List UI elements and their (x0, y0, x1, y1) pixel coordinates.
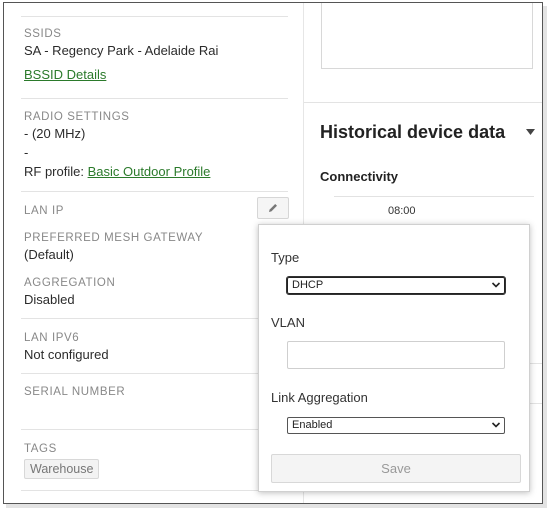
radio-settings-label: RADIO SETTINGS (24, 111, 130, 123)
divider (21, 318, 288, 319)
rf-profile-link[interactable]: Basic Outdoor Profile (88, 164, 211, 179)
connectivity-heading: Connectivity (320, 169, 399, 184)
tag-chip[interactable]: Warehouse (24, 459, 100, 479)
vlan-input[interactable] (287, 341, 505, 369)
historical-data-title: Historical device data (320, 122, 506, 142)
mesh-gateway-value: (Default) (24, 247, 74, 262)
aggregation-label: AGGREGATION (24, 277, 116, 289)
divider (21, 490, 288, 491)
lan-ip-section: LAN IP (24, 205, 288, 217)
mesh-gateway-section: PREFERRED MESH GATEWAY (Default) (24, 232, 288, 262)
serial-number-label: SERIAL NUMBER (24, 386, 126, 398)
window-shadow (543, 6, 547, 508)
vlan-label: VLAN (271, 315, 305, 330)
aggregation-value: Disabled (24, 292, 75, 307)
timeline-line (334, 196, 534, 197)
divider (528, 403, 542, 404)
edit-lan-ip-button[interactable] (257, 197, 289, 219)
link-aggregation-select[interactable]: Enabled (287, 417, 505, 434)
divider (21, 429, 288, 430)
app-window: SSIDS SA - Regency Park - Adelaide Rai B… (3, 2, 543, 504)
lan-ipv6-label: LAN IPV6 (24, 332, 80, 344)
radio-settings-section: RADIO SETTINGS - (20 MHz) - RF profile: … (24, 111, 288, 179)
window-shadow (6, 504, 545, 508)
lan-ipv6-section: LAN IPV6 Not configured (24, 332, 288, 362)
radio-band-value: - (20 MHz) (24, 126, 86, 141)
tags-label: TAGS (24, 443, 57, 455)
tags-section: TAGS Warehouse (24, 443, 288, 479)
radio-second-value: - (24, 145, 29, 160)
map-frame (321, 3, 533, 69)
divider (21, 98, 288, 99)
type-select[interactable]: DHCP (286, 276, 506, 295)
link-aggregation-label: Link Aggregation (271, 390, 368, 405)
divider (528, 363, 542, 364)
ssids-label: SSIDS (24, 28, 62, 40)
type-select-value: DHCP (292, 279, 324, 291)
ssids-value: SA - Regency Park - Adelaide Rai (24, 43, 219, 58)
save-button[interactable]: Save (271, 454, 521, 483)
link-aggregation-value: Enabled (292, 419, 333, 431)
rf-profile-label: RF profile: (24, 164, 88, 179)
chevron-down-icon (491, 282, 501, 288)
pencil-icon (269, 204, 277, 212)
chevron-down-icon (491, 422, 501, 428)
bssid-details-link[interactable]: BSSID Details (24, 67, 106, 82)
mesh-gateway-label: PREFERRED MESH GATEWAY (24, 232, 204, 244)
ssids-section: SSIDS SA - Regency Park - Adelaide Rai B… (24, 28, 288, 82)
serial-number-section: SERIAL NUMBER (24, 386, 288, 401)
aggregation-section: AGGREGATION Disabled (24, 277, 288, 307)
divider (304, 102, 542, 103)
time-tick-label: 08:00 (388, 205, 416, 217)
lan-ipv6-value: Not configured (24, 347, 109, 362)
type-label: Type (271, 250, 300, 265)
divider (21, 373, 288, 374)
divider (21, 16, 288, 17)
divider (21, 191, 288, 192)
lan-ip-edit-popover: Type DHCP VLAN Link Aggregation Enabled … (258, 224, 530, 492)
lan-ip-label: LAN IP (24, 205, 65, 217)
caret-down-icon[interactable] (526, 129, 535, 135)
